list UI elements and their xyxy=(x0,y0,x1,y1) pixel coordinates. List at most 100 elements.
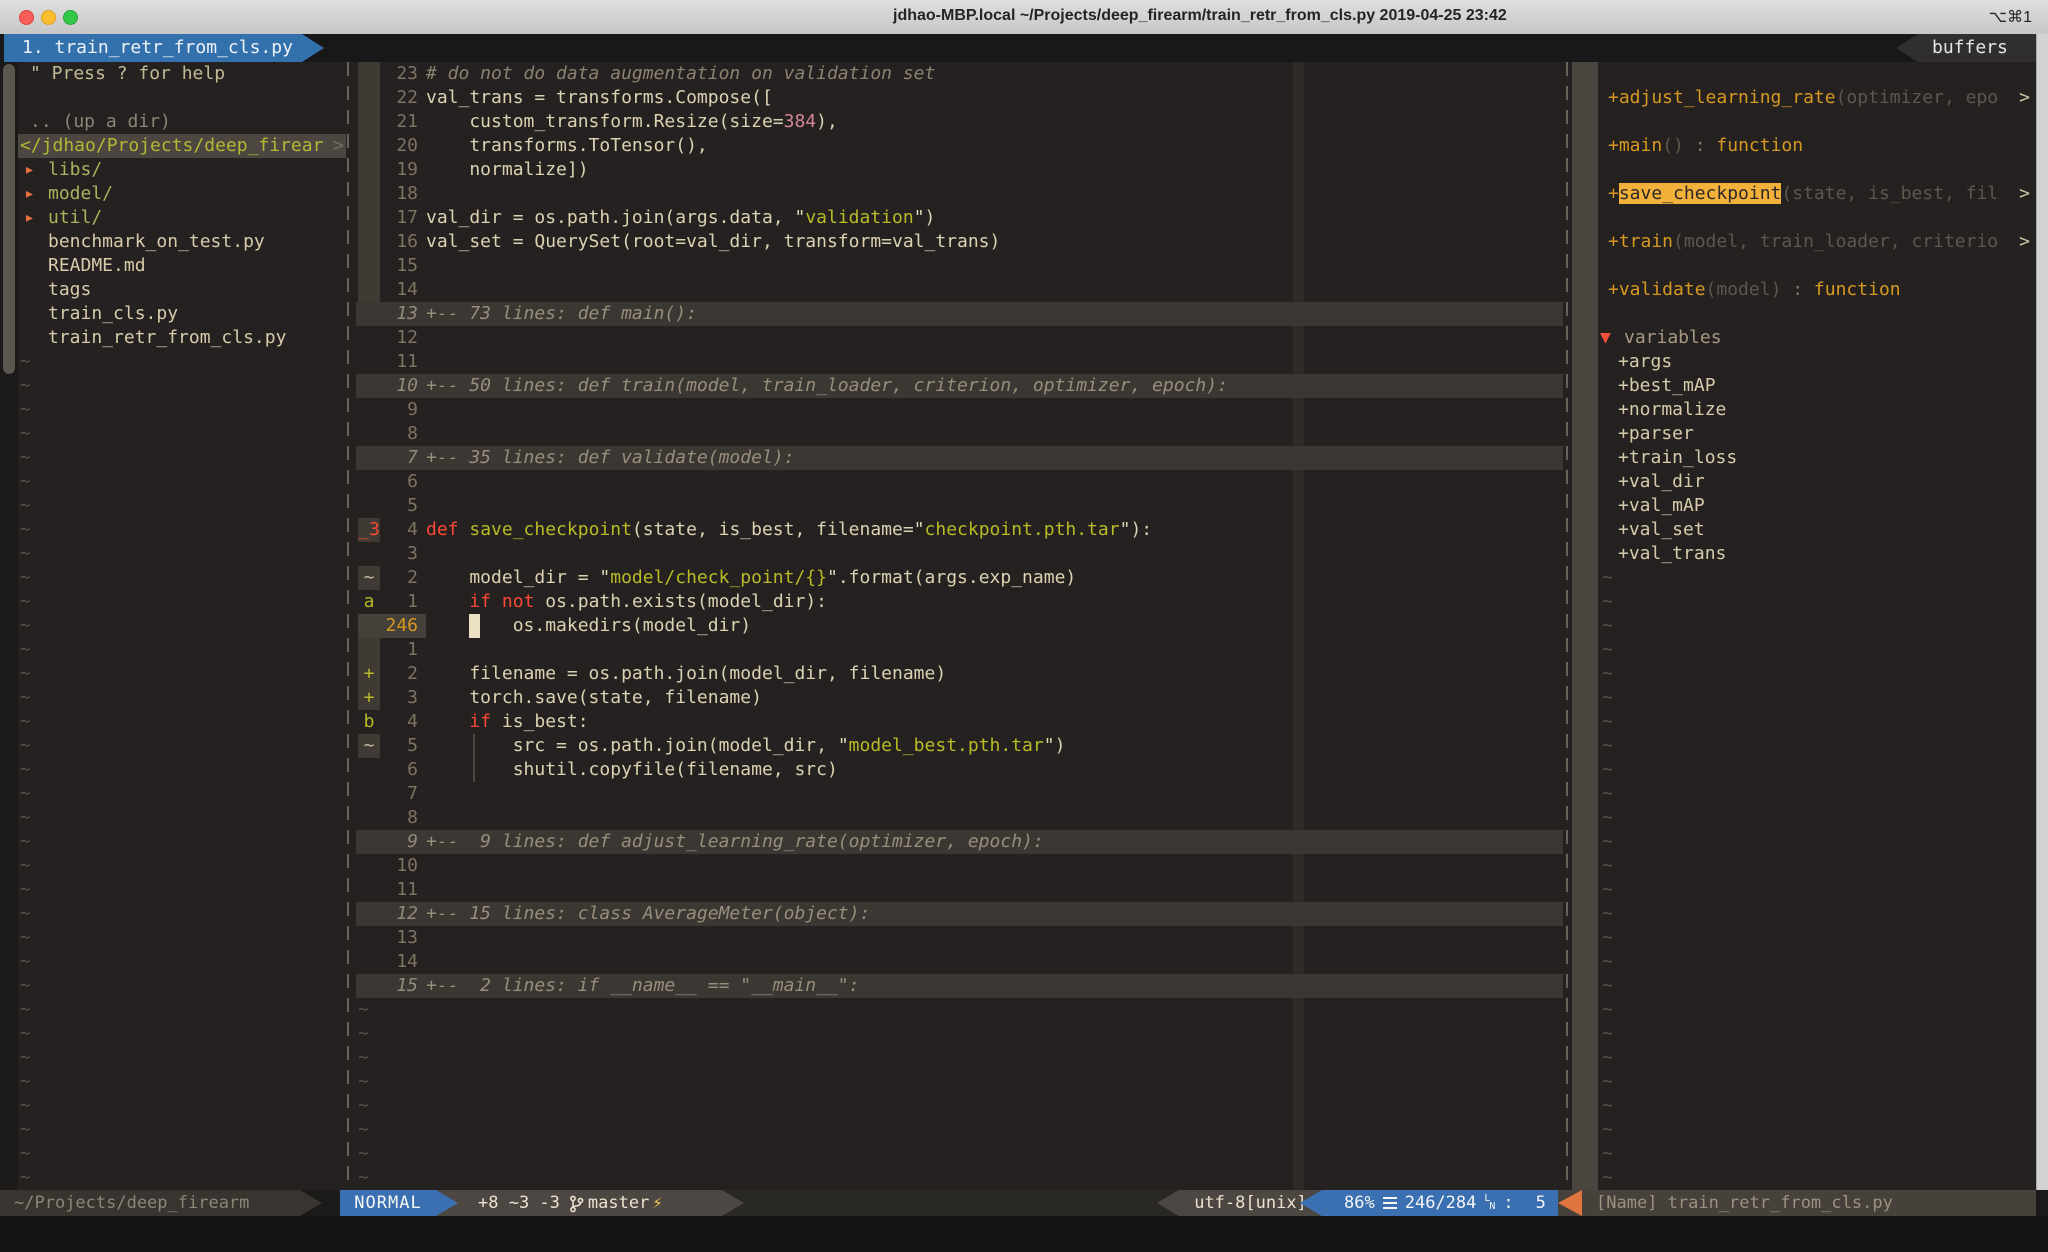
empty-line: ~ xyxy=(18,374,346,398)
code-line[interactable]: 9 xyxy=(356,398,1563,422)
tree-item-train_retr_from_clspy[interactable]: train_retr_from_cls.py xyxy=(18,326,346,350)
tagbar-item-adjust_learning_rate[interactable]: +adjust_learning_rate(optimizer, epo> xyxy=(1598,86,2036,110)
folded-line[interactable]: 15+-- 2 lines: if __name__ == "__main__"… xyxy=(356,974,1563,998)
tagbar-item-normalize[interactable]: +normalize xyxy=(1598,398,2036,422)
tilde-marker: ~ xyxy=(1602,734,1613,758)
code-line[interactable]: 22val_trans = transforms.Compose([ xyxy=(356,86,1563,110)
gitgutter-sign-cell xyxy=(358,230,380,254)
tree-item-benchmark_on_testpy[interactable]: benchmark_on_test.py xyxy=(18,230,346,254)
tilde-marker: ~ xyxy=(20,734,31,758)
window-separator-right[interactable] xyxy=(1566,62,1568,1190)
folded-line[interactable]: 13+-- 73 lines: def main(): xyxy=(356,302,1563,326)
window-zoom-button[interactable] xyxy=(63,10,78,25)
window-minimize-button[interactable] xyxy=(41,10,56,25)
code-line[interactable]: +2 filename = os.path.join(model_dir, fi… xyxy=(356,662,1563,686)
window-separator-left[interactable] xyxy=(347,62,349,1190)
window-close-button[interactable] xyxy=(19,10,34,25)
tree-dim[interactable]: .. (up a dir) xyxy=(18,110,346,134)
code-line[interactable]: 17val_dir = os.path.join(args.data, "val… xyxy=(356,206,1563,230)
line-number: 7 xyxy=(380,782,418,806)
tagbar-item-best_mAP[interactable]: +best_mAP xyxy=(1598,374,2036,398)
empty-line: ~ xyxy=(18,350,346,374)
gitgutter-sign: ~ xyxy=(358,566,380,590)
tilde-marker: ~ xyxy=(1602,950,1613,974)
code-text: normalize]) xyxy=(426,158,589,182)
code-line[interactable]: 5 xyxy=(356,494,1563,518)
tree-item-model[interactable]: ▸model/ xyxy=(18,182,346,206)
code-line[interactable]: 11 xyxy=(356,350,1563,374)
line-number: 23 xyxy=(380,62,418,86)
code-line[interactable]: 19 normalize]) xyxy=(356,158,1563,182)
code-line[interactable]: 16val_set = QuerySet(root=val_dir, trans… xyxy=(356,230,1563,254)
right-scrollbar[interactable] xyxy=(2036,34,2048,1252)
code-line[interactable]: 6 shutil.copyfile(filename, src) xyxy=(356,758,1563,782)
code-line[interactable]: 1 xyxy=(356,638,1563,662)
folded-line[interactable]: 7+-- 35 lines: def validate(model): xyxy=(356,446,1563,470)
tree-item-libs[interactable]: ▸libs/ xyxy=(18,158,346,182)
code-line[interactable]: ~5 src = os.path.join(model_dir, "model_… xyxy=(356,734,1563,758)
tagbar-item-val_mAP[interactable]: +val_mAP xyxy=(1598,494,2036,518)
folder-collapsed-icon: ▸ xyxy=(24,158,35,182)
tagbar-item-val_trans[interactable]: +val_trans xyxy=(1598,542,2036,566)
tree-item-train_clspy[interactable]: train_cls.py xyxy=(18,302,346,326)
tagbar-item-main[interactable]: +main() : function xyxy=(1598,134,2036,158)
code-line[interactable]: +3 torch.save(state, filename) xyxy=(356,686,1563,710)
tagbar-scrollbar[interactable] xyxy=(1572,62,1598,1190)
code-line[interactable]: b4 if is_best: xyxy=(356,710,1563,734)
tree-root[interactable]: </jdhao/Projects/deep_firear> xyxy=(18,134,346,158)
code-line[interactable]: 13 xyxy=(356,926,1563,950)
code-line[interactable]: 246 os.makedirs(model_dir) xyxy=(356,614,1563,638)
code-line[interactable]: _34def save_checkpoint(state, is_best, f… xyxy=(356,518,1563,542)
empty-line: ~ xyxy=(18,950,346,974)
code-line[interactable]: 6 xyxy=(356,470,1563,494)
tilde-marker: ~ xyxy=(1602,1142,1613,1166)
code-line[interactable]: 14 xyxy=(356,278,1563,302)
empty-line: ~ xyxy=(1598,686,2036,710)
fold-summary-text: +-- 2 lines: if __name__ == "__main__": xyxy=(426,974,859,998)
code-line[interactable]: a1 if not os.path.exists(model_dir): xyxy=(356,590,1563,614)
tagbar-item-val_set[interactable]: +val_set xyxy=(1598,518,2036,542)
empty-line: ~ xyxy=(18,542,346,566)
code-line[interactable]: 23# do not do data augmentation on valid… xyxy=(356,62,1563,86)
code-line[interactable]: ~2 model_dir = "model/check_point/{}".fo… xyxy=(356,566,1563,590)
gitgutter-sign-cell xyxy=(358,206,380,230)
code-line[interactable]: 7 xyxy=(356,782,1563,806)
code-line[interactable]: 3 xyxy=(356,542,1563,566)
command-line[interactable] xyxy=(0,1216,2048,1252)
code-line[interactable]: 15 xyxy=(356,254,1563,278)
code-line[interactable]: 18 xyxy=(356,182,1563,206)
code-line[interactable]: 21 custom_transform.Resize(size=384), xyxy=(356,110,1563,134)
tagbar-item-train_loss[interactable]: +train_loss xyxy=(1598,446,2036,470)
buffers-arrow-icon xyxy=(1896,34,1918,62)
tagbar-item-save_checkpoint[interactable]: +save_checkpoint(state, is_best, fil> xyxy=(1598,182,2036,206)
tree-up-a-dir: .. (up a dir) xyxy=(30,110,171,134)
empty-line: ~ xyxy=(356,1094,1563,1118)
tagbar-item-args[interactable]: +args xyxy=(1598,350,2036,374)
code-line[interactable]: 12 xyxy=(356,326,1563,350)
empty-line: ~ xyxy=(18,998,346,1022)
folded-line[interactable]: 9+-- 9 lines: def adjust_learning_rate(o… xyxy=(356,830,1563,854)
left-scrollbar-thumb[interactable] xyxy=(3,64,15,374)
code-line[interactable]: 20 transforms.ToTensor(), xyxy=(356,134,1563,158)
code-line[interactable]: 14 xyxy=(356,950,1563,974)
tree-item-READMEmd[interactable]: README.md xyxy=(18,254,346,278)
buffers-button[interactable]: buffers xyxy=(1918,34,2036,62)
left-scrollbar[interactable] xyxy=(0,62,18,1190)
tilde-marker: ~ xyxy=(20,350,31,374)
folded-line[interactable]: 12+-- 15 lines: class AverageMeter(objec… xyxy=(356,902,1563,926)
tagbar-item-train[interactable]: +train(model, train_loader, criterio> xyxy=(1598,230,2036,254)
code-line[interactable]: 8 xyxy=(356,806,1563,830)
tilde-marker: ~ xyxy=(20,878,31,902)
code-line[interactable]: 10 xyxy=(356,854,1563,878)
fold-summary-text: +-- 15 lines: class AverageMeter(object)… xyxy=(426,902,870,926)
code-line[interactable]: 11 xyxy=(356,878,1563,902)
code-line[interactable]: 8 xyxy=(356,422,1563,446)
empty-line: ~ xyxy=(1598,1094,2036,1118)
folded-line[interactable]: 10+-- 50 lines: def train(model, train_l… xyxy=(356,374,1563,398)
tree-item-tags[interactable]: tags xyxy=(18,278,346,302)
tab-train-retr-from-cls[interactable]: 1. train_retr_from_cls.py xyxy=(4,34,302,62)
tree-item-util[interactable]: ▸util/ xyxy=(18,206,346,230)
tagbar-item-val_dir[interactable]: +val_dir xyxy=(1598,470,2036,494)
tagbar-item-validate[interactable]: +validate(model) : function xyxy=(1598,278,2036,302)
tagbar-item-parser[interactable]: +parser xyxy=(1598,422,2036,446)
